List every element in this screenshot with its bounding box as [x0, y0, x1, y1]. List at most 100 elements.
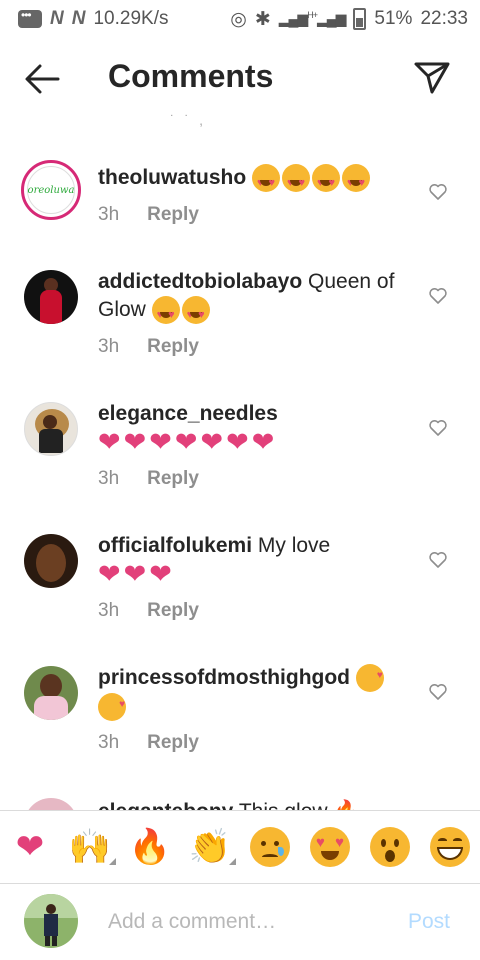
reply-button[interactable]: Reply [147, 600, 199, 622]
n-notification-icon: N [50, 8, 64, 29]
comment-meta: 3h Reply [98, 600, 199, 622]
clapping-hands-emoji-button[interactable]: 👏 [188, 825, 236, 869]
avatar[interactable] [24, 402, 78, 456]
fire-icon: 🔥 [128, 828, 172, 866]
network-type-label: H+ [307, 10, 318, 21]
pink-heart-emoji-icon: ❤ [123, 559, 147, 590]
grinning-squinting-face-icon [430, 827, 470, 867]
heart-eyes-emoji-icon [342, 164, 371, 197]
comment-body: addictedtobiolabayo Queen of Glow [98, 268, 410, 329]
comment-body: elegance_needles ❤ ❤ ❤ ❤ ❤ ❤ ❤ [98, 400, 410, 456]
comment-username[interactable]: addictedtobiolabayo [98, 270, 302, 293]
battery-percent: 51% [374, 8, 413, 29]
heart-eyes-emoji-icon [312, 164, 341, 197]
network-speed: 10.29K/s [93, 8, 169, 29]
comment-time: 3h [98, 336, 120, 357]
heart-eyes-icon: ♥ ♥ [310, 827, 350, 867]
avatar[interactable]: oreoluwa [21, 160, 81, 220]
clapping-hands-icon: 👏 [188, 828, 232, 866]
comment-meta: 3h Reply [98, 336, 199, 358]
fire-emoji-icon: 🔥 [333, 800, 359, 810]
pink-heart-emoji-icon: ❤ [98, 559, 121, 590]
battery-icon [353, 8, 367, 30]
like-heart-icon[interactable] [428, 286, 448, 306]
pink-heart-emoji-icon: ❤ [149, 559, 172, 590]
comment-username[interactable]: elegance_needles [98, 402, 278, 425]
reply-button[interactable]: Reply [147, 468, 199, 490]
surprised-face-icon [370, 827, 410, 867]
comment-composer: Post [0, 884, 480, 960]
avatar-logo-text: oreoluwa [27, 184, 75, 196]
comment-text: This glow [239, 800, 328, 810]
raising-hands-emoji-button[interactable]: 🙌 [68, 825, 116, 869]
comment-username[interactable]: princessofdmosthighgod [98, 666, 350, 689]
avatar[interactable] [24, 798, 78, 810]
status-bar: N N 10.29K/s ◎ ✱ ▂▄▆H+▂▄▆ 51% 22:33 [0, 0, 480, 38]
clock: 22:33 [420, 8, 468, 29]
crying-face-icon [250, 827, 290, 867]
comment-body: princessofdmosthighgod ♥ ♥ [98, 664, 410, 721]
avatar[interactable] [24, 666, 78, 720]
comment-body: officialfolukemi My love ❤ ❤ ❤ [98, 532, 410, 588]
comment-meta: 3h Reply [98, 732, 199, 754]
emoji-quick-bar: ❤ 🙌 🔥 👏 ♥ ♥ [0, 810, 480, 884]
like-heart-icon[interactable] [428, 682, 448, 702]
heart-icon: ❤ [15, 828, 45, 866]
comment-body: elegantebony This glow 🔥 [98, 798, 360, 810]
heart-eyes-emoji-icon [181, 296, 210, 329]
heart-eyes-emoji-icon [151, 296, 180, 329]
heart-eyes-emoji-button[interactable]: ♥ ♥ [308, 825, 352, 869]
pink-heart-emoji-icon: ❤ [98, 427, 121, 458]
heart-eyes-emoji-icon [252, 164, 281, 197]
comment-meta: 3h Reply [98, 468, 199, 490]
crying-face-emoji-button[interactable] [248, 825, 292, 869]
avatar[interactable] [24, 270, 78, 324]
pink-heart-emoji-icon: ❤ [200, 427, 224, 458]
current-user-avatar[interactable] [24, 894, 78, 948]
face-blowing-kiss-emoji-icon: ♥ [355, 664, 384, 693]
bluetooth-icon: ✱ [254, 8, 271, 30]
n-notification-icon-2: N [71, 8, 86, 29]
post-button[interactable]: Post [408, 910, 450, 934]
comment-time: 3h [98, 204, 120, 225]
skin-tone-indicator-icon [109, 858, 116, 865]
pink-heart-emoji-icon: ❤ [123, 427, 147, 458]
face-blowing-kiss-emoji-icon: ♥ [98, 692, 126, 721]
comment-username[interactable]: elegantebony [98, 800, 233, 810]
comment-input[interactable] [108, 902, 388, 942]
like-heart-icon[interactable] [428, 418, 448, 438]
comment-body: theoluwatusho [98, 164, 410, 197]
like-heart-icon[interactable] [428, 182, 448, 202]
message-notification-icon [18, 8, 42, 28]
comment-username[interactable]: officialfolukemi [98, 534, 252, 557]
comment-meta: 3h Reply [98, 204, 199, 226]
comments-list: oreoluwa theoluwatusho 3h Reply addicted… [0, 118, 480, 810]
surprised-face-emoji-button[interactable] [368, 825, 412, 869]
comment-time: 3h [98, 600, 120, 621]
direct-send-icon[interactable] [412, 58, 452, 98]
back-arrow-icon[interactable] [24, 62, 62, 96]
pink-heart-emoji-icon: ❤ [149, 427, 172, 458]
raising-hands-icon: 🙌 [68, 828, 112, 866]
fire-emoji-button[interactable]: 🔥 [128, 825, 172, 869]
comment-time: 3h [98, 732, 120, 753]
reply-button[interactable]: Reply [147, 336, 199, 358]
grinning-squinting-face-emoji-button[interactable] [428, 825, 472, 869]
comment-time: 3h [98, 468, 120, 489]
pink-heart-emoji-icon: ❤ [226, 427, 249, 458]
skin-tone-indicator-icon [229, 858, 236, 865]
hotspot-icon: ◎ [230, 8, 247, 30]
avatar[interactable] [24, 534, 78, 588]
pink-heart-emoji-icon: ❤ [251, 427, 275, 458]
comment-text: My love [257, 534, 331, 557]
heart-eyes-emoji-icon [282, 164, 311, 197]
pink-heart-emoji-icon: ❤ [174, 427, 198, 458]
reply-button[interactable]: Reply [147, 732, 199, 754]
reply-button[interactable]: Reply [147, 204, 199, 226]
header: Comments [0, 38, 480, 118]
page-title: Comments [108, 58, 274, 94]
like-heart-icon[interactable] [428, 550, 448, 570]
heart-emoji-button[interactable]: ❤ [8, 825, 52, 869]
comment-username[interactable]: theoluwatusho [98, 166, 246, 189]
comment-item-partial: elegantebony This glow 🔥 [0, 792, 480, 810]
